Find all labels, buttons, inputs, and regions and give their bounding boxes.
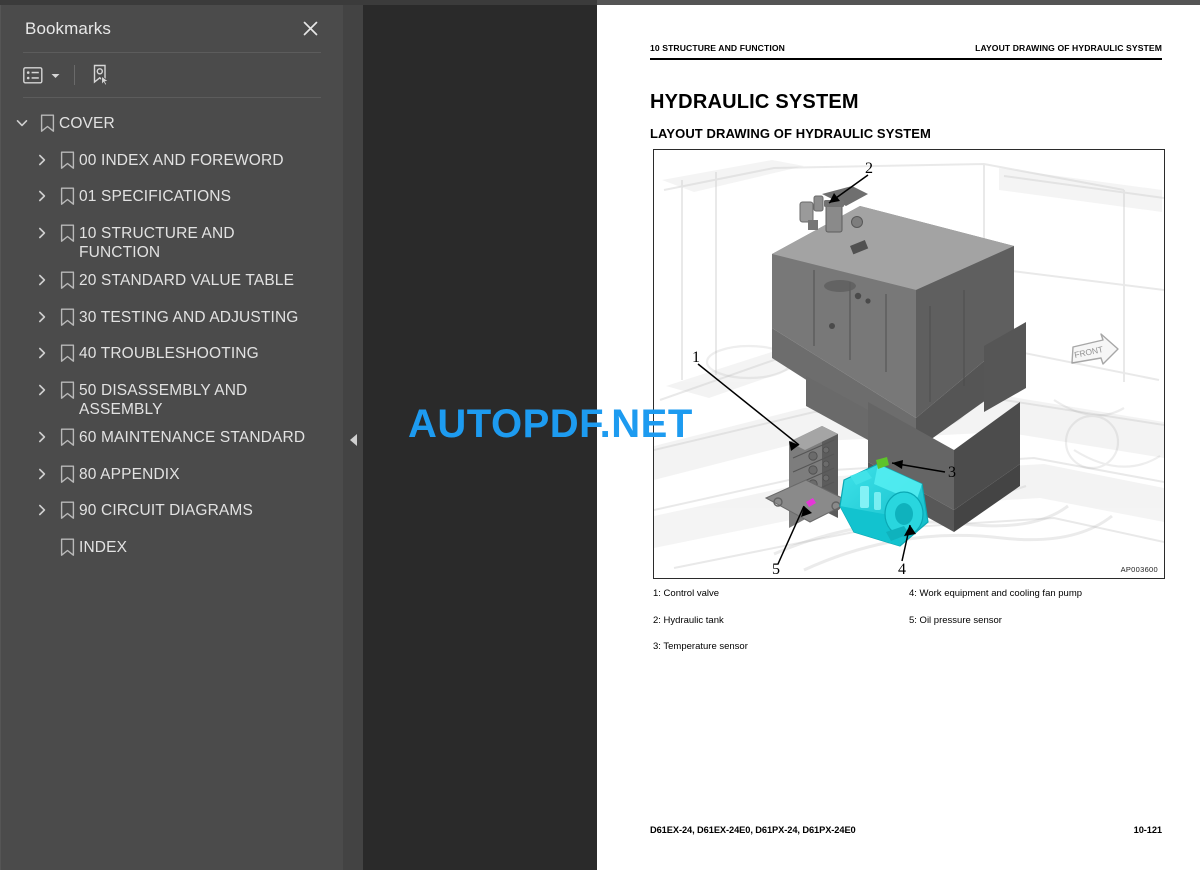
chevron-right-icon[interactable]: [29, 373, 55, 396]
front-arrow-marker: FRONT: [1071, 333, 1119, 365]
running-head-rule: [650, 58, 1162, 60]
bookmarks-panel-header: Bookmarks: [1, 5, 343, 52]
callout-1: 1: [692, 349, 700, 366]
page-title: HYDRAULIC SYSTEM: [650, 91, 859, 113]
chevron-right-icon[interactable]: [29, 336, 55, 359]
bookmark-item-label: 50 DISASSEMBLY AND ASSEMBLY: [79, 381, 248, 419]
bookmark-item-20-standard-value-table[interactable]: 20 STANDARD VALUE TABLE: [1, 263, 343, 300]
bookmark-icon: [55, 457, 79, 484]
legend-item: 4: Work equipment and cooling fan pump: [909, 588, 1083, 599]
bookmark-item-10-structure-and-function[interactable]: 10 STRUCTURE AND FUNCTION: [1, 216, 343, 264]
bookmarks-panel: Bookmarks COVER 00 INDEX AND FOREWORD 01…: [0, 5, 343, 870]
page-running-head: 10 STRUCTURE AND FUNCTION LAYOUT DRAWING…: [650, 43, 1162, 53]
callout-5: 5: [772, 561, 780, 578]
chevron-right-icon[interactable]: [29, 216, 55, 239]
page-footer: D61EX-24, D61EX-24E0, D61PX-24, D61PX-24…: [650, 825, 1162, 835]
figure-hydraulic-layout: 2 1 3 4 5 FRONT AP003600: [653, 149, 1165, 579]
bookmark-item-label: 30 TESTING AND ADJUSTING: [79, 308, 299, 326]
legend-item: 3: Temperature sensor: [653, 641, 748, 652]
bookmark-icon: [55, 336, 79, 363]
bookmark-icon: [55, 263, 79, 290]
bookmark-icon: [55, 373, 79, 400]
figure-legend-left-column: 1: Control valve 2: Hydraulic tank 3: Temp…: [653, 589, 909, 669]
figure-legend-right-column: 4: Work equipment and cooling fan pump 5:…: [909, 589, 1165, 669]
bookmark-icon: [55, 420, 79, 447]
running-head-left: 10 STRUCTURE AND FUNCTION: [650, 43, 785, 53]
pdf-page: 10 STRUCTURE AND FUNCTION LAYOUT DRAWING…: [597, 5, 1200, 870]
collapse-left-icon[interactable]: [343, 420, 363, 460]
bookmark-item-label: 40 TROUBLESHOOTING: [79, 345, 259, 363]
chevron-right-icon[interactable]: [29, 143, 55, 166]
legend-item: 5: Oil pressure sensor: [909, 614, 1002, 626]
chevron-right-icon[interactable]: [29, 263, 55, 286]
callout-4: 4: [898, 561, 906, 578]
chevron-right-icon[interactable]: [29, 493, 55, 516]
chevron-down-icon[interactable]: [9, 106, 35, 129]
bookmark-item-label: INDEX: [79, 538, 128, 556]
bookmark-item-label: 90 CIRCUIT DIAGRAMS: [79, 502, 253, 520]
bookmark-icon: [55, 530, 79, 557]
bookmark-item-60-maintenance-standard[interactable]: 60 MAINTENANCE STANDARD: [1, 420, 343, 457]
running-head-right: LAYOUT DRAWING OF HYDRAULIC SYSTEM: [975, 43, 1162, 53]
bookmark-tree: COVER 00 INDEX AND FOREWORD 01 SPECIFICATI…: [1, 98, 343, 566]
bookmark-item-label: 01 SPECIFICATIONS: [79, 188, 232, 205]
bookmark-icon: [55, 493, 79, 520]
toolbar-divider: [74, 65, 75, 85]
bookmark-item-40-troubleshooting[interactable]: 40 TROUBLESHOOTING: [1, 336, 343, 373]
top-chrome-strip-right: [597, 0, 1200, 5]
bookmark-item-cover[interactable]: COVER: [1, 106, 343, 143]
figure-code: AP003600: [1120, 565, 1158, 574]
page-subtitle: LAYOUT DRAWING OF HYDRAULIC SYSTEM: [650, 126, 931, 141]
chevron-right-icon[interactable]: [29, 300, 55, 323]
bookmark-item-index[interactable]: INDEX: [1, 530, 343, 567]
bookmark-item-30-testing-and-adjusting[interactable]: 30 TESTING AND ADJUSTING: [1, 300, 343, 337]
chevron-right-icon[interactable]: [29, 457, 55, 480]
bookmark-item-label: COVER: [59, 115, 115, 132]
bookmark-icon: [55, 216, 79, 243]
footer-page-number: 10-121: [1133, 825, 1162, 835]
pdf-viewer-canvas[interactable]: 10 STRUCTURE AND FUNCTION LAYOUT DRAWING…: [363, 5, 1200, 870]
bookmark-item-50-disassembly-and-assembly[interactable]: 50 DISASSEMBLY AND ASSEMBLY: [1, 373, 343, 421]
legend-item: 2: Hydraulic tank: [653, 614, 724, 626]
list-options-icon[interactable]: [23, 60, 60, 90]
close-icon[interactable]: [297, 16, 323, 42]
bookmark-item-label: 00 INDEX AND FOREWORD: [79, 151, 284, 169]
new-bookmark-icon[interactable]: [89, 60, 113, 90]
bookmark-item-01-specifications[interactable]: 01 SPECIFICATIONS: [1, 179, 343, 216]
bookmark-icon: [35, 106, 59, 133]
bookmark-item-label: 60 MAINTENANCE STANDARD: [79, 429, 306, 447]
top-chrome-strip: [0, 0, 1200, 5]
bookmark-icon: [55, 300, 79, 327]
bookmark-item-label: 10 STRUCTURE AND FUNCTION: [79, 224, 235, 262]
bookmark-item-label: 20 STANDARD VALUE TABLE: [79, 272, 295, 290]
pdf-viewer-app: Bookmarks COVER 00 INDEX AND FOREWORD 01…: [0, 0, 1200, 870]
figure-illustration: 2 1 3 4 5 FRONT: [654, 160, 1164, 578]
bookmark-item-80-appendix[interactable]: 80 APPENDIX: [1, 457, 343, 494]
legend-item: 1: Control valve: [653, 588, 720, 599]
bookmark-icon: [55, 179, 79, 206]
chevron-down-icon[interactable]: [51, 66, 60, 84]
footer-model-list: D61EX-24, D61EX-24E0, D61PX-24, D61PX-24…: [650, 825, 856, 835]
sidebar-splitter[interactable]: [343, 5, 363, 870]
bookmarks-panel-title: Bookmarks: [25, 18, 111, 38]
bookmark-item-label: 80 APPENDIX: [79, 465, 180, 483]
bookmarks-toolbar: [1, 53, 343, 97]
figure-legend: 1: Control valve 2: Hydraulic tank 3: Temp…: [653, 589, 1165, 669]
chevron-right-icon[interactable]: [29, 179, 55, 202]
bookmark-icon: [55, 143, 79, 170]
callout-2: 2: [865, 160, 873, 177]
callout-3: 3: [948, 464, 956, 481]
bookmark-item-00-index-and-foreword[interactable]: 00 INDEX AND FOREWORD: [1, 143, 343, 180]
chevron-right-icon[interactable]: [29, 420, 55, 443]
bookmark-item-90-circuit-diagrams[interactable]: 90 CIRCUIT DIAGRAMS: [1, 493, 343, 530]
